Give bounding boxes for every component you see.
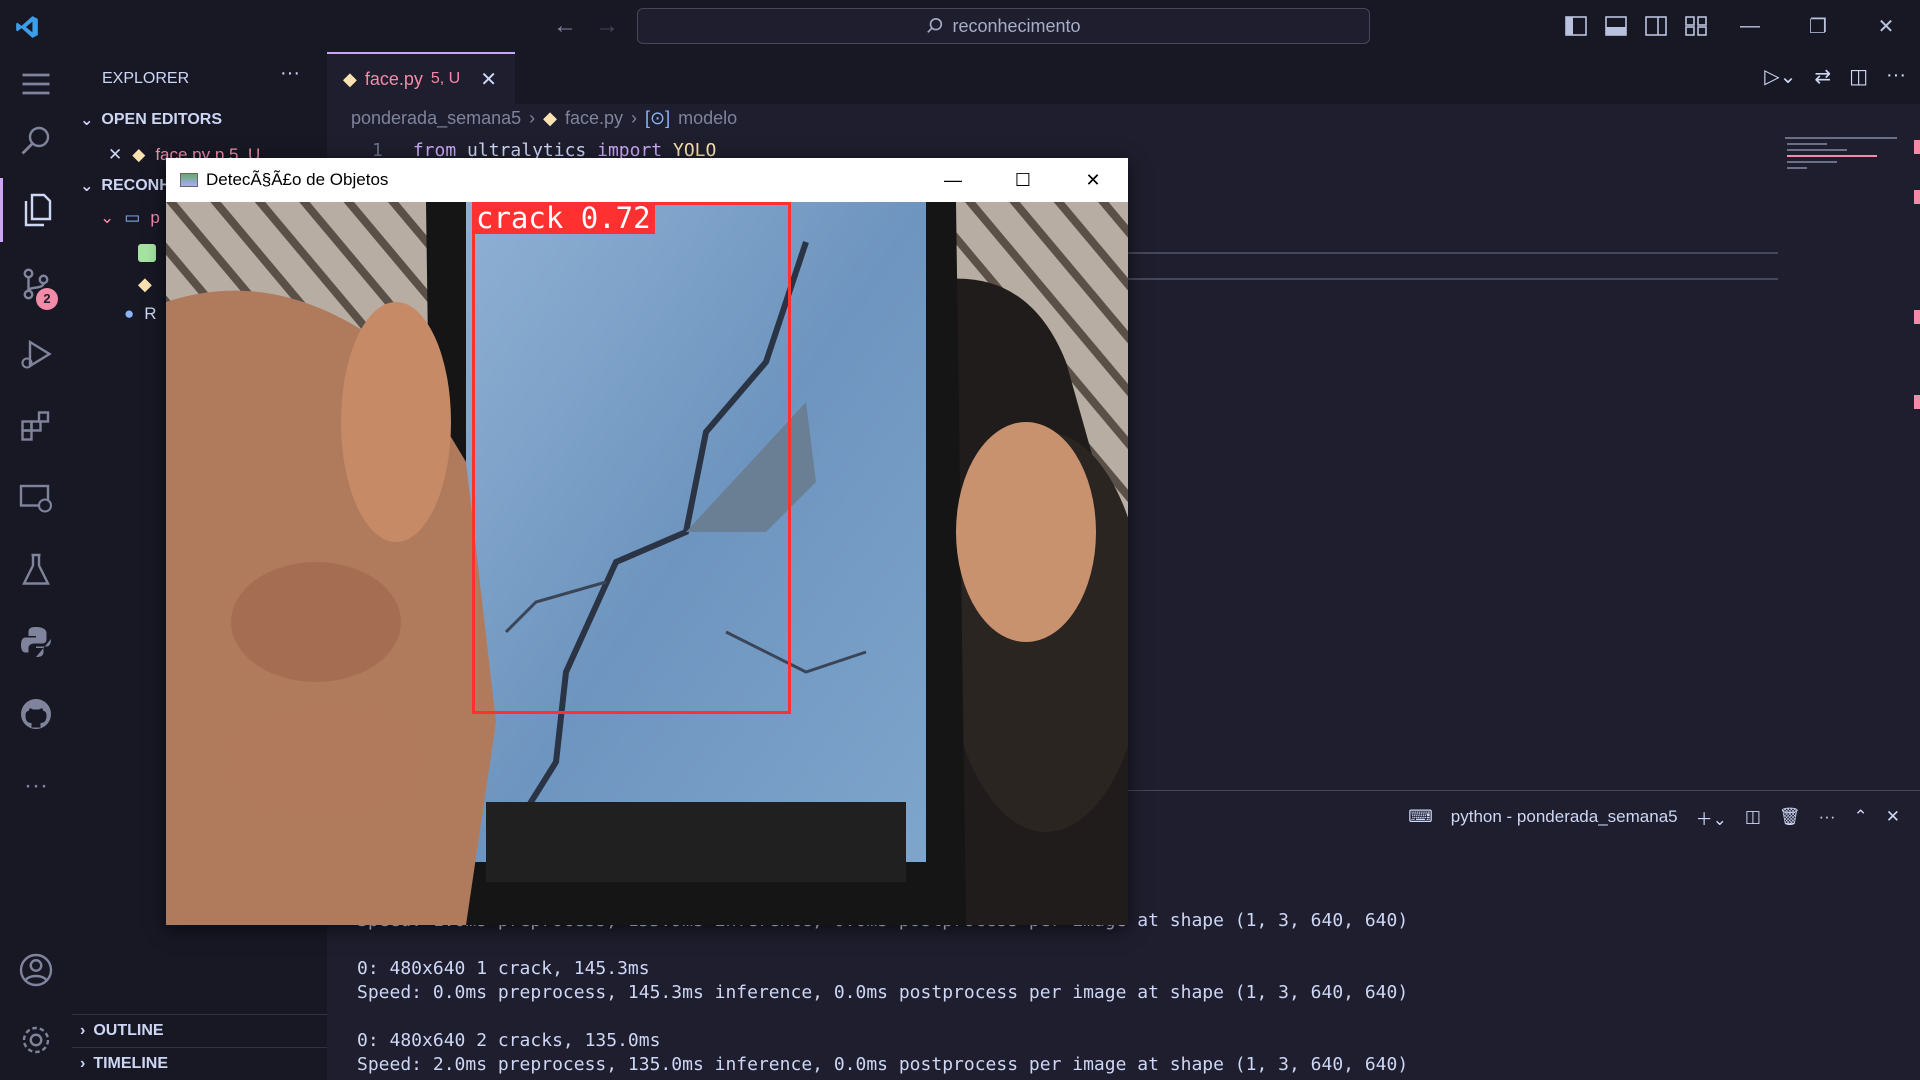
file-icon[interactable]	[138, 244, 156, 262]
outline-section[interactable]: › OUTLINE	[72, 1014, 327, 1047]
python-file-icon: ◆	[132, 145, 146, 164]
navigation-arrows: ← →	[553, 12, 619, 40]
terminal-line: Speed: 0.0ms preprocess, 145.3ms inferen…	[357, 982, 1409, 1003]
terminal-line: 0: 480x640 2 cracks, 135.0ms	[357, 1030, 661, 1051]
chevron-right-icon: ›	[80, 1055, 86, 1072]
menu-icon[interactable]	[0, 52, 72, 116]
source-control-icon[interactable]: 2	[0, 252, 72, 316]
split-terminal-icon[interactable]: ◫	[1745, 807, 1761, 827]
more-actions-icon[interactable]: ···	[1819, 807, 1836, 827]
settings-gear-icon[interactable]	[0, 1008, 72, 1072]
restore-window-button[interactable]: ❐	[1784, 0, 1852, 52]
github-icon[interactable]	[0, 682, 72, 746]
window-title: DetecÃ§Ã£o de Objetos	[206, 170, 389, 189]
close-tab-icon[interactable]: ✕	[480, 67, 497, 92]
chevron-down-icon: ⌄	[100, 208, 115, 227]
search-text: reconhecimento	[952, 15, 1081, 36]
new-terminal-icon[interactable]: ＋⌄	[1696, 805, 1727, 830]
folder-icon: ▭	[124, 208, 141, 227]
scroll-marker	[1914, 395, 1920, 409]
detection-label: crack 0.72	[472, 202, 655, 234]
remote-explorer-icon[interactable]	[0, 466, 72, 530]
object-detection-window[interactable]: DetecÃ§Ã£o de Objetos — ☐ ✕ crack 0.72	[166, 158, 1128, 925]
minimize-button[interactable]: —	[918, 158, 988, 202]
python-icon[interactable]	[0, 610, 72, 674]
divider	[1128, 252, 1778, 254]
terminal-output[interactable]: Speed: 1.0ms preprocess, 155.9ms inferen…	[357, 909, 1408, 1077]
terminal-icon: ⌨	[1408, 807, 1433, 826]
breadcrumb: ponderada_semana5 › ◆ face.py › [⊙] modelo	[351, 108, 738, 128]
more-views-icon[interactable]: ···	[0, 754, 72, 818]
close-window-button[interactable]: ✕	[1852, 0, 1920, 52]
explorer-title: EXPLORER	[102, 70, 190, 87]
terminal-line: Speed: 2.0ms preprocess, 135.0ms inferen…	[357, 1054, 1409, 1075]
extensions-icon[interactable]	[0, 394, 72, 458]
close-icon[interactable]: ✕	[108, 145, 122, 165]
more-actions-icon[interactable]: ···	[1886, 64, 1906, 89]
trash-icon[interactable]: 🗑	[1779, 807, 1801, 827]
accounts-icon[interactable]	[0, 938, 72, 1002]
scroll-marker	[1914, 310, 1920, 324]
chevron-right-icon: ›	[80, 1022, 86, 1039]
chevron-down-icon: ⌄	[80, 178, 94, 195]
command-center-search[interactable]: reconhecimento	[637, 8, 1370, 44]
editor-tabs: ◆ face.py 5, U ✕ ▷⌄ ⇄ ◫ ···	[327, 52, 1920, 104]
run-file-icon[interactable]: ▷⌄	[1764, 64, 1796, 89]
compare-changes-icon[interactable]: ⇄	[1814, 64, 1831, 89]
source-control-badge: 2	[36, 288, 58, 310]
python-file-icon: ◆	[343, 68, 357, 89]
maximize-panel-icon[interactable]: ⌃	[1854, 807, 1868, 827]
detection-bounding-box	[472, 202, 791, 714]
toggle-secondary-sidebar-icon[interactable]	[1636, 6, 1676, 46]
split-editor-icon[interactable]: ◫	[1849, 64, 1868, 89]
explorer-icon[interactable]	[0, 178, 72, 242]
open-editors-section[interactable]: ⌄ OPEN EDITORS	[80, 110, 222, 130]
toggle-primary-sidebar-icon[interactable]	[1556, 6, 1596, 46]
customize-layout-icon[interactable]	[1676, 6, 1716, 46]
chevron-down-icon: ⌄	[80, 112, 94, 129]
variable-icon: [⊙]	[645, 108, 671, 128]
workspace-section[interactable]: ⌄ RECONH	[80, 176, 171, 196]
timeline-section[interactable]: › TIMELINE	[72, 1047, 327, 1080]
terminal-line: 0: 480x640 1 crack, 145.3ms	[357, 958, 650, 979]
python-file-icon[interactable]: ◆	[138, 274, 152, 295]
back-arrow-icon[interactable]: ←	[553, 12, 577, 40]
title-bar: ← → reconhecimento — ❐ ✕	[0, 0, 1920, 52]
divider	[1128, 278, 1778, 280]
camera-frame-image: crack 0.72	[166, 202, 1128, 925]
maximize-button[interactable]: ☐	[988, 158, 1058, 202]
info-icon: ●	[124, 304, 135, 323]
app-icon	[180, 173, 198, 187]
minimize-window-button[interactable]: —	[1716, 0, 1784, 52]
window-titlebar[interactable]: DetecÃ§Ã£o de Objetos — ☐ ✕	[166, 158, 1128, 202]
terminal-title[interactable]: python - ponderada_semana5	[1451, 807, 1678, 827]
scroll-marker	[1914, 140, 1920, 154]
minimap[interactable]	[1785, 137, 1897, 173]
scroll-marker	[1914, 190, 1920, 204]
readme-item[interactable]: ● R	[124, 304, 157, 324]
folder-item[interactable]: ⌄ ▭ p	[100, 208, 160, 228]
testing-icon[interactable]	[0, 538, 72, 602]
search-icon	[927, 17, 943, 33]
tab-face-py[interactable]: ◆ face.py 5, U ✕	[327, 52, 515, 104]
vscode-logo-icon	[16, 16, 38, 38]
toggle-panel-icon[interactable]	[1596, 6, 1636, 46]
more-actions-icon[interactable]: ···	[280, 62, 300, 85]
search-view-icon[interactable]	[0, 108, 72, 172]
run-debug-icon[interactable]	[0, 322, 72, 386]
python-file-icon: ◆	[543, 108, 557, 128]
forward-arrow-icon[interactable]: →	[595, 12, 619, 40]
close-panel-icon[interactable]: ✕	[1886, 807, 1900, 827]
activity-bar: 2 ···	[0, 52, 72, 1080]
close-button[interactable]: ✕	[1058, 158, 1128, 202]
